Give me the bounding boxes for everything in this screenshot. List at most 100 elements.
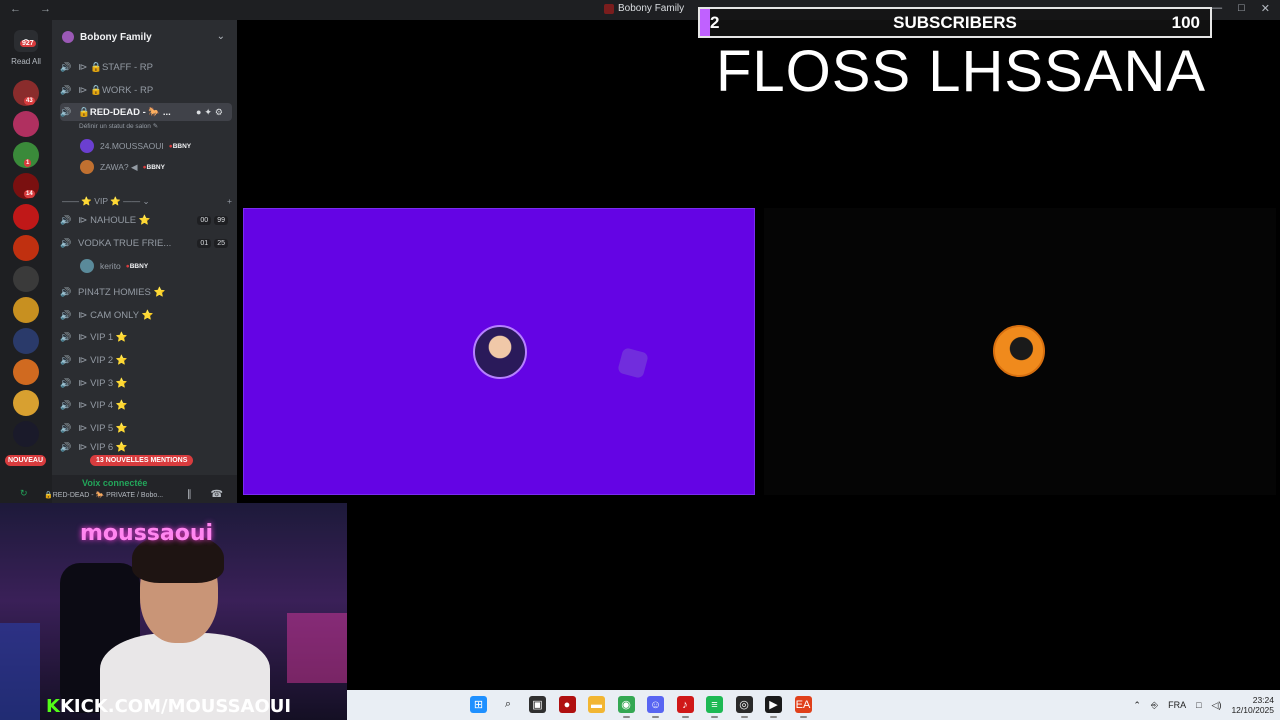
set-channel-status[interactable]: Définir un statut de salon ✎: [79, 122, 158, 130]
channel-tools[interactable]: ●✦⚙: [196, 107, 226, 118]
voice-channel[interactable]: 🔊 ⧐ VIP 5 ⭐: [60, 419, 232, 437]
voice-channel[interactable]: 🔊 ⧐ VIP 3 ⭐: [60, 374, 232, 392]
file-explorer-icon[interactable]: ▬: [588, 696, 605, 713]
speaker-icon: 🔊: [60, 237, 72, 248]
tiktok-studio-icon[interactable]: ♪: [676, 696, 694, 718]
avatar: [80, 259, 94, 273]
user-count-current: 01: [197, 238, 212, 248]
server-logo-icon: [604, 3, 614, 14]
server-icon[interactable]: [13, 111, 39, 137]
voice-channel[interactable]: 🔊 ⧐ NAHOULE ⭐ 00 99: [60, 211, 232, 229]
speaker-icon: 🔊: [60, 354, 72, 365]
voice-controls[interactable]: ∥ ☎: [187, 489, 231, 500]
minimize-button[interactable]: —: [1211, 2, 1222, 15]
speaker-icon: 🔊: [60, 286, 72, 297]
kick-logo-letter: K: [46, 696, 60, 717]
server-icon[interactable]: [13, 421, 39, 447]
server-header[interactable]: Bobony Family ⌄: [52, 20, 237, 54]
member-name: 24.MOUSSAOUI: [100, 141, 164, 151]
voice-channel[interactable]: 🔊 ⧐ 🔒WORK - RP: [60, 81, 232, 99]
add-channel-icon[interactable]: +: [227, 196, 232, 207]
close-button[interactable]: ✕: [1261, 2, 1270, 15]
voice-member[interactable]: ZAWA? ◀ BBNY: [80, 159, 165, 175]
voice-connected-panel: ↻ Voix connectée 🔒RED-DEAD - 🐎 PRIVATE /…: [20, 475, 237, 505]
channel-sidebar: Bobony Family ⌄ 🔊 ⧐ 🔒STAFF - RP 🔊 ⧐ 🔒WOR…: [20, 20, 237, 505]
clock-date: 12/10/2025: [1231, 705, 1274, 715]
screen: ← → Bobony Family — □ ✕ ● 927 Read All 4…: [0, 0, 1280, 720]
server-icon[interactable]: [13, 204, 39, 230]
background-light: [0, 623, 40, 720]
voice-channel[interactable]: 🔊 PIN4TZ HOMIES ⭐: [60, 283, 232, 301]
microphone-icon[interactable]: ⎆: [1151, 700, 1158, 711]
network-icon[interactable]: □: [1196, 700, 1201, 710]
spotify-icon[interactable]: ≡: [706, 696, 723, 718]
task-view-icon[interactable]: ▣: [529, 696, 546, 713]
subscriber-goal: 100: [1171, 13, 1200, 32]
voice-channel[interactable]: 🔊 ⧐ VIP 6 ⭐: [60, 441, 232, 453]
category-name: —— ⭐ VIP ⭐ —— ⌄: [62, 196, 150, 206]
avatar: [80, 139, 94, 153]
server-icon[interactable]: [13, 235, 39, 261]
voice-channel[interactable]: 🔊 ⧐ 🔒STAFF - RP: [60, 58, 232, 76]
new-mentions-badge[interactable]: 13 NOUVELLES MENTIONS: [90, 455, 194, 466]
search-icon[interactable]: ⌕: [499, 696, 517, 713]
discord-icon[interactable]: ☺: [647, 696, 664, 718]
avatar: [993, 325, 1045, 377]
speaker-icon: 🔊: [60, 422, 72, 433]
voice-channel[interactable]: 🔊 ⧐ VIP 4 ⭐: [60, 396, 232, 414]
new-badge[interactable]: NOUVEAU: [5, 455, 47, 466]
user-count: 01 25: [197, 238, 228, 248]
voice-member[interactable]: 24.MOUSSAOUI BBNY: [80, 138, 191, 154]
ea-app-icon[interactable]: EA: [794, 696, 812, 718]
server-rail: ● 927 Read All 43114 NOUVEAU: [0, 20, 52, 505]
voice-member[interactable]: kerito BBNY: [80, 258, 148, 274]
language-indicator[interactable]: FRA: [1168, 700, 1186, 710]
voice-channel[interactable]: 🔊 ⧐ CAM ONLY ⭐: [60, 306, 232, 324]
server-icon[interactable]: [13, 390, 39, 416]
server-unread-badge: 43: [24, 97, 35, 105]
record-app-icon[interactable]: ●: [558, 696, 576, 713]
speaker-icon: 🔊: [60, 84, 72, 95]
maximize-button[interactable]: □: [1238, 2, 1245, 15]
channel-name: ⧐ NAHOULE ⭐: [78, 214, 151, 226]
voice-channel[interactable]: 🔊 ⧐ VIP 2 ⭐: [60, 351, 232, 369]
chrome-icon[interactable]: ◉: [617, 696, 635, 718]
server-icon[interactable]: [13, 328, 39, 354]
volume-icon[interactable]: ◁): [1212, 700, 1222, 711]
speaker-icon: 🔊: [60, 106, 72, 117]
user-count: 00 99: [197, 215, 228, 225]
chevron-up-icon[interactable]: ⌃: [1133, 700, 1141, 711]
server-icon[interactable]: [13, 359, 39, 385]
channel-name: ⧐ VIP 1 ⭐: [78, 331, 128, 343]
terminal-icon[interactable]: ▶: [765, 696, 782, 718]
category-header[interactable]: —— ⭐ VIP ⭐ —— ⌄ +: [62, 196, 232, 207]
user-count-limit: 99: [214, 215, 228, 225]
channel-name: ⧐ 🔒STAFF - RP: [78, 61, 153, 73]
start-icon[interactable]: ⊞: [470, 696, 487, 713]
clock-time: 23:24: [1252, 695, 1274, 705]
voice-channel-active[interactable]: 🔊 🔒RED-DEAD - 🐎 ... ●✦⚙: [60, 103, 232, 121]
obs-icon[interactable]: ◎: [735, 696, 753, 718]
speaker-icon: 🔊: [60, 309, 72, 320]
system-tray: ⌃ ⎆ FRA □ ◁) 23:24 12/10/2025: [1133, 694, 1274, 716]
channel-name: ⧐ 🔒WORK - RP: [78, 84, 154, 96]
read-all-button[interactable]: Read All: [3, 57, 49, 66]
member-tag: BBNY: [143, 164, 165, 171]
clock[interactable]: 23:24 12/10/2025: [1231, 695, 1274, 715]
kick-url-text: KICK.COM/MOUSSAOUI: [59, 696, 292, 717]
voice-channel[interactable]: 🔊 ⧐ VIP 1 ⭐: [60, 328, 232, 346]
voice-channel[interactable]: 🔊 VODKA TRUE FRIE... 01 25: [60, 234, 232, 252]
taskbar: ⊞ ⌕ ▣ ● ▬ ◉ ☺ ♪ ≡ ◎ ▶ EA ⌃ ⎆ FRA □ ◁) 23:24 12/10/2…: [347, 690, 1280, 720]
avatar: [473, 325, 527, 379]
neon-sign: moussaoui: [80, 521, 214, 546]
voice-channel-link[interactable]: 🔒RED-DEAD - 🐎 PRIVATE / Bobo...: [44, 491, 163, 499]
background-light: [287, 613, 347, 683]
window-controls: — □ ✕: [1211, 2, 1270, 15]
channel-name: ⧐ VIP 4 ⭐: [78, 399, 128, 411]
avatar: [80, 160, 94, 174]
server-icon[interactable]: [13, 297, 39, 323]
server-icon[interactable]: [13, 266, 39, 292]
member-name: kerito: [100, 261, 121, 271]
member-name: ZAWA? ◀: [100, 161, 138, 172]
back-forward-buttons[interactable]: ← →: [10, 3, 59, 15]
